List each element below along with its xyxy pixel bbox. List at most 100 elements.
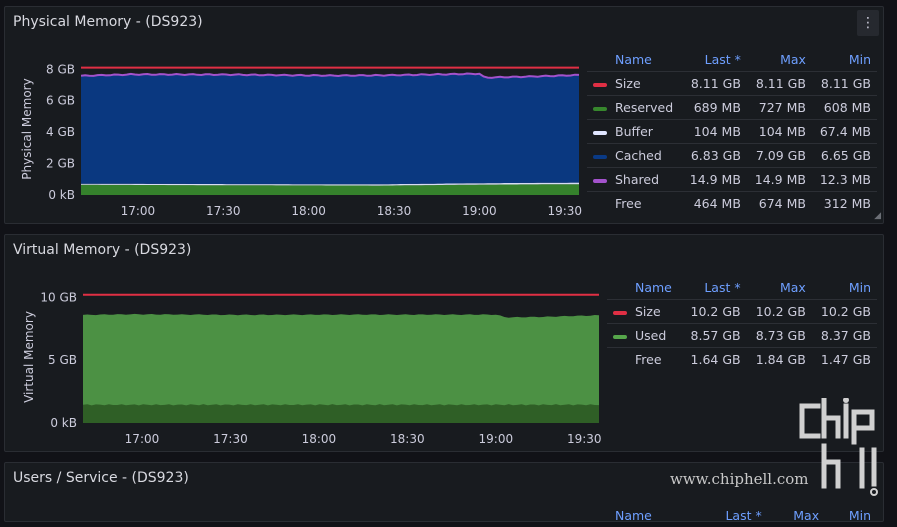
legend-row-size[interactable]: Size 10.2 GB 10.2 GB 10.2 GB <box>607 299 877 324</box>
kebab-menu-icon: ⋮ <box>861 15 875 31</box>
legend-value-min: 312 MB <box>811 191 877 215</box>
legend-row-free[interactable]: Free 464 MB 674 MB 312 MB <box>587 191 877 215</box>
legend-series-name[interactable]: Size <box>607 299 682 324</box>
y-tick-label: 5 GB <box>48 353 77 367</box>
legend-header-max[interactable]: Max <box>747 275 812 300</box>
legend-value-last: 464 MB <box>681 191 747 215</box>
legend-series-name[interactable]: Free <box>587 191 682 215</box>
series-color-swatch <box>613 310 627 315</box>
series-color-swatch <box>593 203 607 207</box>
series-color-swatch <box>593 106 607 111</box>
legend-value-last: 14.9 MB <box>681 167 747 192</box>
legend-value-max: 7.09 GB <box>746 143 812 168</box>
y-tick-label: 4 GB <box>46 125 75 139</box>
physical-memory-chart: 0 kB 2 GB 4 GB 6 GB 8 GB 17:00 17:30 18:00 18:30… <box>20 62 582 218</box>
series-label: Free <box>635 352 662 367</box>
legend-row-buffer[interactable]: Buffer 104 MB 104 MB 67.4 MB <box>587 119 877 144</box>
y-tick-label: 6 GB <box>46 94 75 108</box>
x-tick-label: 19:00 <box>462 204 497 218</box>
legend-header-last[interactable]: Last * <box>682 47 747 72</box>
legend-header-max[interactable]: Max <box>747 47 812 72</box>
series-color-swatch <box>593 82 607 87</box>
legend-series-name[interactable]: Reserved <box>587 95 682 120</box>
x-tick-label: 19:00 <box>479 432 514 446</box>
legend-value-last: 689 MB <box>681 95 747 120</box>
physical-memory-panel: Physical Memory - (DS923) ⋮ 0 kB 2 GB 4 GB… <box>4 6 884 224</box>
legend-value-max: 10.2 GB <box>746 299 812 324</box>
panel-title: Users / Service - (DS923) <box>13 470 189 486</box>
legend-value-max: 1.84 GB <box>746 347 812 371</box>
legend-row-cached[interactable]: Cached 6.83 GB 7.09 GB 6.65 GB <box>587 143 877 168</box>
series-label: Buffer <box>615 124 653 139</box>
legend-header-min[interactable]: Min <box>825 503 877 527</box>
legend-header-last[interactable]: Last * <box>695 503 768 527</box>
legend-header-name[interactable]: Name <box>587 503 695 527</box>
legend-header-name[interactable]: Name <box>587 47 682 72</box>
series-color-swatch <box>593 130 607 135</box>
legend-value-min: 1.47 GB <box>811 347 877 371</box>
y-tick-label: 8 GB <box>46 62 75 76</box>
y-tick-label: 10 GB <box>40 290 77 304</box>
series-label: Size <box>635 304 661 319</box>
y-axis-label: Physical Memory <box>20 78 34 179</box>
legend-series-name[interactable]: Size <box>587 71 682 96</box>
series-label: Free <box>615 196 642 211</box>
series-color-swatch <box>613 334 627 339</box>
legend-header-min[interactable]: Min <box>812 275 877 300</box>
legend-value-max: 14.9 MB <box>746 167 812 192</box>
legend-value-max: 104 MB <box>746 119 812 144</box>
x-tick-label: 19:30 <box>567 432 602 446</box>
legend-value-min: 8.37 GB <box>811 323 877 348</box>
series-color-swatch <box>613 359 627 363</box>
y-axis-label: Virtual Memory <box>22 311 36 403</box>
x-tick-label: 19:30 <box>547 204 582 218</box>
legend-series-name[interactable]: Free <box>607 347 682 371</box>
legend-row-shared[interactable]: Shared 14.9 MB 14.9 MB 12.3 MB <box>587 167 877 192</box>
chiphell-logo <box>799 398 878 496</box>
legend-header-min[interactable]: Min <box>812 47 877 72</box>
legend-value-last: 1.64 GB <box>681 347 747 371</box>
legend-value-last: 6.83 GB <box>681 143 747 168</box>
legend-series-name[interactable]: Shared <box>587 167 682 192</box>
x-tick-label: 18:30 <box>377 204 412 218</box>
legend-row-free[interactable]: Free 1.64 GB 1.84 GB 1.47 GB <box>607 347 877 371</box>
series-label: Shared <box>615 172 660 187</box>
legend-value-last: 8.11 GB <box>681 71 747 96</box>
legend-row-size[interactable]: Size 8.11 GB 8.11 GB 8.11 GB <box>587 71 877 96</box>
x-tick-label: 18:00 <box>291 204 326 218</box>
legend-value-min: 67.4 MB <box>811 119 877 144</box>
x-tick-label: 17:00 <box>121 204 156 218</box>
legend-row-reserved[interactable]: Reserved 689 MB 727 MB 608 MB <box>587 95 877 120</box>
virtual-memory-legend: Name Last * Max Min Size 10.2 GB 10.2 GB 10… <box>607 275 877 371</box>
legend-value-last: 104 MB <box>681 119 747 144</box>
x-tick-label: 18:30 <box>390 432 425 446</box>
series-area-used-lower <box>83 404 599 423</box>
legend-header-name[interactable]: Name <box>607 275 681 300</box>
x-tick-label: 17:30 <box>206 204 241 218</box>
legend-header-max[interactable]: Max <box>768 503 825 527</box>
legend-value-max: 8.73 GB <box>746 323 812 348</box>
resize-handle-icon[interactable]: ◢ <box>874 211 881 221</box>
legend-series-name[interactable]: Used <box>607 323 682 348</box>
legend-header-last[interactable]: Last * <box>681 275 746 300</box>
panel-menu-button[interactable]: ⋮ <box>857 10 879 36</box>
legend-row-used[interactable]: Used 8.57 GB 8.73 GB 8.37 GB <box>607 323 877 348</box>
virtual-memory-chart: 0 kB 5 GB 10 GB 17:00 17:30 18:00 18:30 19:00 19… <box>22 290 602 446</box>
legend-series-name[interactable]: Cached <box>587 143 682 168</box>
legend-value-min: 6.65 GB <box>811 143 877 168</box>
y-tick-label: 2 GB <box>46 157 75 171</box>
series-label: Used <box>635 328 667 343</box>
x-tick-label: 18:00 <box>302 432 337 446</box>
series-label: Size <box>615 76 641 91</box>
legend-value-min: 608 MB <box>811 95 877 120</box>
y-tick-label: 0 kB <box>48 188 75 202</box>
legend-series-name[interactable]: Buffer <box>587 119 682 144</box>
legend-value-last: 8.57 GB <box>681 323 747 348</box>
x-tick-label: 17:00 <box>125 432 160 446</box>
series-color-swatch <box>593 178 607 183</box>
y-tick-label: 0 kB <box>50 416 77 430</box>
virtual-memory-panel: Virtual Memory - (DS923) 0 kB 5 GB 10 GB 17… <box>4 234 884 452</box>
legend-value-min: 12.3 MB <box>811 167 877 192</box>
series-color-swatch <box>593 154 607 159</box>
legend-value-min: 10.2 GB <box>811 299 877 324</box>
